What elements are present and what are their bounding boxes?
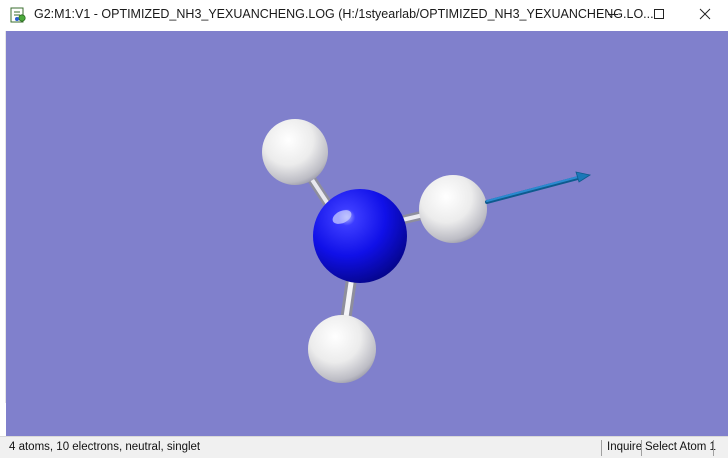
atom-h2[interactable] — [419, 175, 487, 243]
molecule-scene[interactable] — [6, 31, 728, 436]
dipole-vector-arrow[interactable] — [485, 171, 592, 204]
atom-h1[interactable] — [262, 119, 328, 185]
minimize-icon — [607, 7, 619, 25]
gaussview-window: G2:M1:V1 - OPTIMIZED_NH3_YEXUANCHENG.LOG… — [0, 0, 728, 458]
minimize-button[interactable] — [590, 0, 636, 31]
status-bar: 4 atoms, 10 electrons, neutral, singlet … — [0, 436, 728, 458]
molecule-summary-text: 4 atoms, 10 electrons, neutral, singlet — [9, 441, 201, 453]
maximize-icon — [653, 7, 665, 25]
maximize-button[interactable] — [636, 0, 682, 31]
status-divider — [713, 440, 714, 456]
atom-n[interactable] — [313, 189, 407, 283]
status-mode-text: Inquire — [607, 441, 643, 453]
window-title: G2:M1:V1 - OPTIMIZED_NH3_YEXUANCHENG.LOG… — [34, 7, 654, 21]
status-divider — [641, 440, 642, 456]
status-action-text: Select Atom 1 — [645, 441, 716, 453]
gaussview-molecule-icon[interactable] — [10, 7, 28, 24]
molecule-viewport[interactable] — [6, 31, 728, 436]
status-divider — [601, 440, 602, 456]
close-button[interactable] — [682, 0, 728, 31]
atom-h3[interactable] — [308, 315, 376, 383]
title-bar[interactable]: G2:M1:V1 - OPTIMIZED_NH3_YEXUANCHENG.LOG… — [0, 0, 728, 31]
close-icon — [699, 7, 711, 25]
